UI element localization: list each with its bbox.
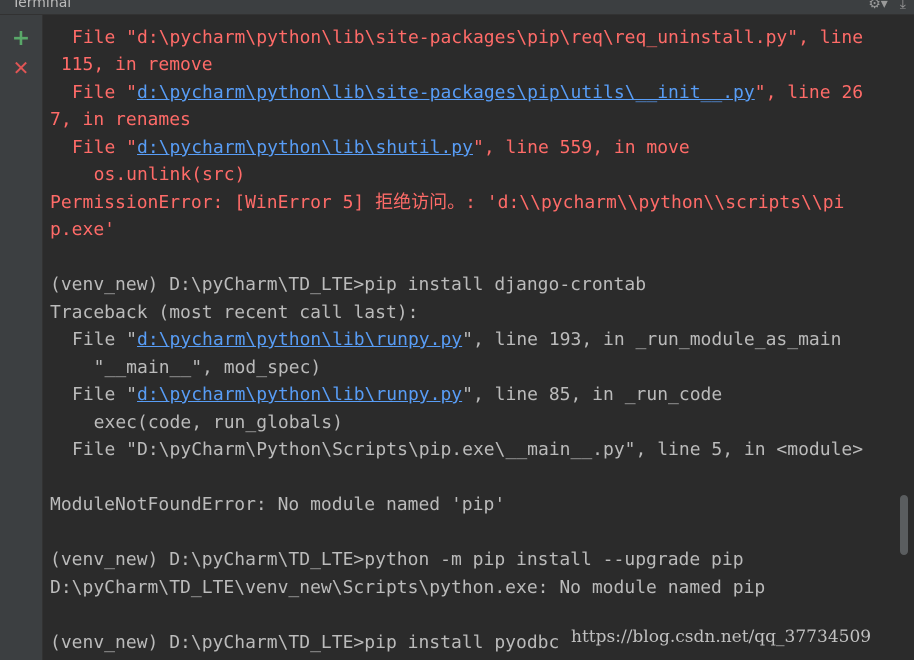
output-text: ", line 559, in move — [472, 137, 690, 158]
gear-icon[interactable]: ⚙▾ — [868, 0, 888, 12]
output-line: ModuleNotFoundError: No module named 'pi… — [50, 491, 505, 518]
output-line: D:\pyCharm\TD_LTE\venv_new\Scripts\pytho… — [50, 574, 765, 601]
watermark: https://blog.csdn.net/qq_37734509 — [571, 627, 872, 647]
plus-icon[interactable]: + — [10, 26, 32, 51]
output-text: File " — [72, 137, 138, 158]
output-text: 7, in renames — [50, 109, 191, 130]
output-line: p.exe' — [50, 216, 115, 243]
command-line: (venv_new) D:\pyCharm\TD_LTE>pip install… — [50, 271, 646, 298]
close-icon[interactable]: ✕ — [10, 56, 32, 80]
output-text: "__main__", mod_spec) — [72, 357, 322, 378]
output-text: os.unlink(src) — [72, 164, 246, 185]
output-line: File "d:\pycharm\python\lib\runpy.py", l… — [72, 326, 841, 353]
output-line: os.unlink(src) — [72, 161, 246, 188]
output-text: (venv_new) D:\pyCharm\TD_LTE>pip install… — [50, 274, 647, 295]
output-text: p.exe' — [50, 219, 116, 240]
output-line: File "D:\pyCharm\Python\Scripts\pip.exe\… — [72, 436, 863, 463]
output-text: ", line 26 — [754, 82, 864, 103]
output-text: exec(code, run_globals) — [72, 412, 343, 433]
command-line: (venv_new) D:\pyCharm\TD_LTE>python -m p… — [50, 546, 744, 573]
terminal-output[interactable]: File "d:\pycharm\python\lib\site-package… — [43, 15, 895, 660]
output-line: exec(code, run_globals) — [72, 409, 343, 436]
output-line: File "d:\pycharm\python\lib\site-package… — [72, 24, 863, 51]
output-text: Traceback (most recent call last): — [50, 302, 419, 323]
output-line: File "d:\pycharm\python\lib\runpy.py", l… — [72, 381, 722, 408]
scrollbar-thumb[interactable] — [900, 495, 908, 555]
output-text: ", line 193, in _run_module_as_main — [462, 329, 842, 350]
output-line: PermissionError: [WinError 5] 拒绝访问。: 'd:… — [50, 189, 844, 216]
output-text: File " — [72, 329, 138, 350]
output-text: File "d:\pycharm\python\lib\site-package… — [72, 27, 864, 48]
file-link[interactable]: d:\pycharm\python\lib\shutil.py — [137, 137, 473, 158]
terminal-toolstrip: + ✕ — [0, 15, 43, 660]
output-line: File "d:\pycharm\python\lib\shutil.py", … — [72, 134, 690, 161]
output-text: 115, in remove — [50, 54, 213, 75]
output-text: PermissionError: [WinError 5] 拒绝访问。: 'd:… — [50, 192, 845, 213]
output-text: (venv_new) D:\pyCharm\TD_LTE>pip install… — [50, 632, 560, 653]
output-text: ModuleNotFoundError: No module named 'pi… — [50, 494, 506, 515]
vertical-scrollbar[interactable] — [896, 15, 914, 660]
output-text: D:\pyCharm\TD_LTE\venv_new\Scripts\pytho… — [50, 577, 766, 598]
output-line: "__main__", mod_spec) — [72, 354, 322, 381]
terminal-title-bar: Terminal ⚙▾ ⤓ — [0, 0, 914, 15]
output-text: File "D:\pyCharm\Python\Scripts\pip.exe\… — [72, 439, 864, 460]
hide-icon[interactable]: ⤓ — [900, 0, 906, 12]
command-line: (venv_new) D:\pyCharm\TD_LTE>pip install… — [50, 629, 559, 656]
output-text: ", line 85, in _run_code — [462, 384, 723, 405]
output-text: File " — [72, 384, 138, 405]
output-text: File " — [72, 82, 138, 103]
output-line: 7, in renames — [50, 106, 191, 133]
file-link[interactable]: d:\pycharm\python\lib\site-packages\pip\… — [137, 82, 755, 103]
output-line: Traceback (most recent call last): — [50, 299, 418, 326]
file-link[interactable]: d:\pycharm\python\lib\runpy.py — [137, 384, 462, 405]
output-line: 115, in remove — [50, 51, 213, 78]
output-line: File "d:\pycharm\python\lib\site-package… — [72, 79, 863, 106]
file-link[interactable]: d:\pycharm\python\lib\runpy.py — [137, 329, 462, 350]
output-text: (venv_new) D:\pyCharm\TD_LTE>python -m p… — [50, 549, 744, 570]
window-title: Terminal — [12, 0, 72, 11]
